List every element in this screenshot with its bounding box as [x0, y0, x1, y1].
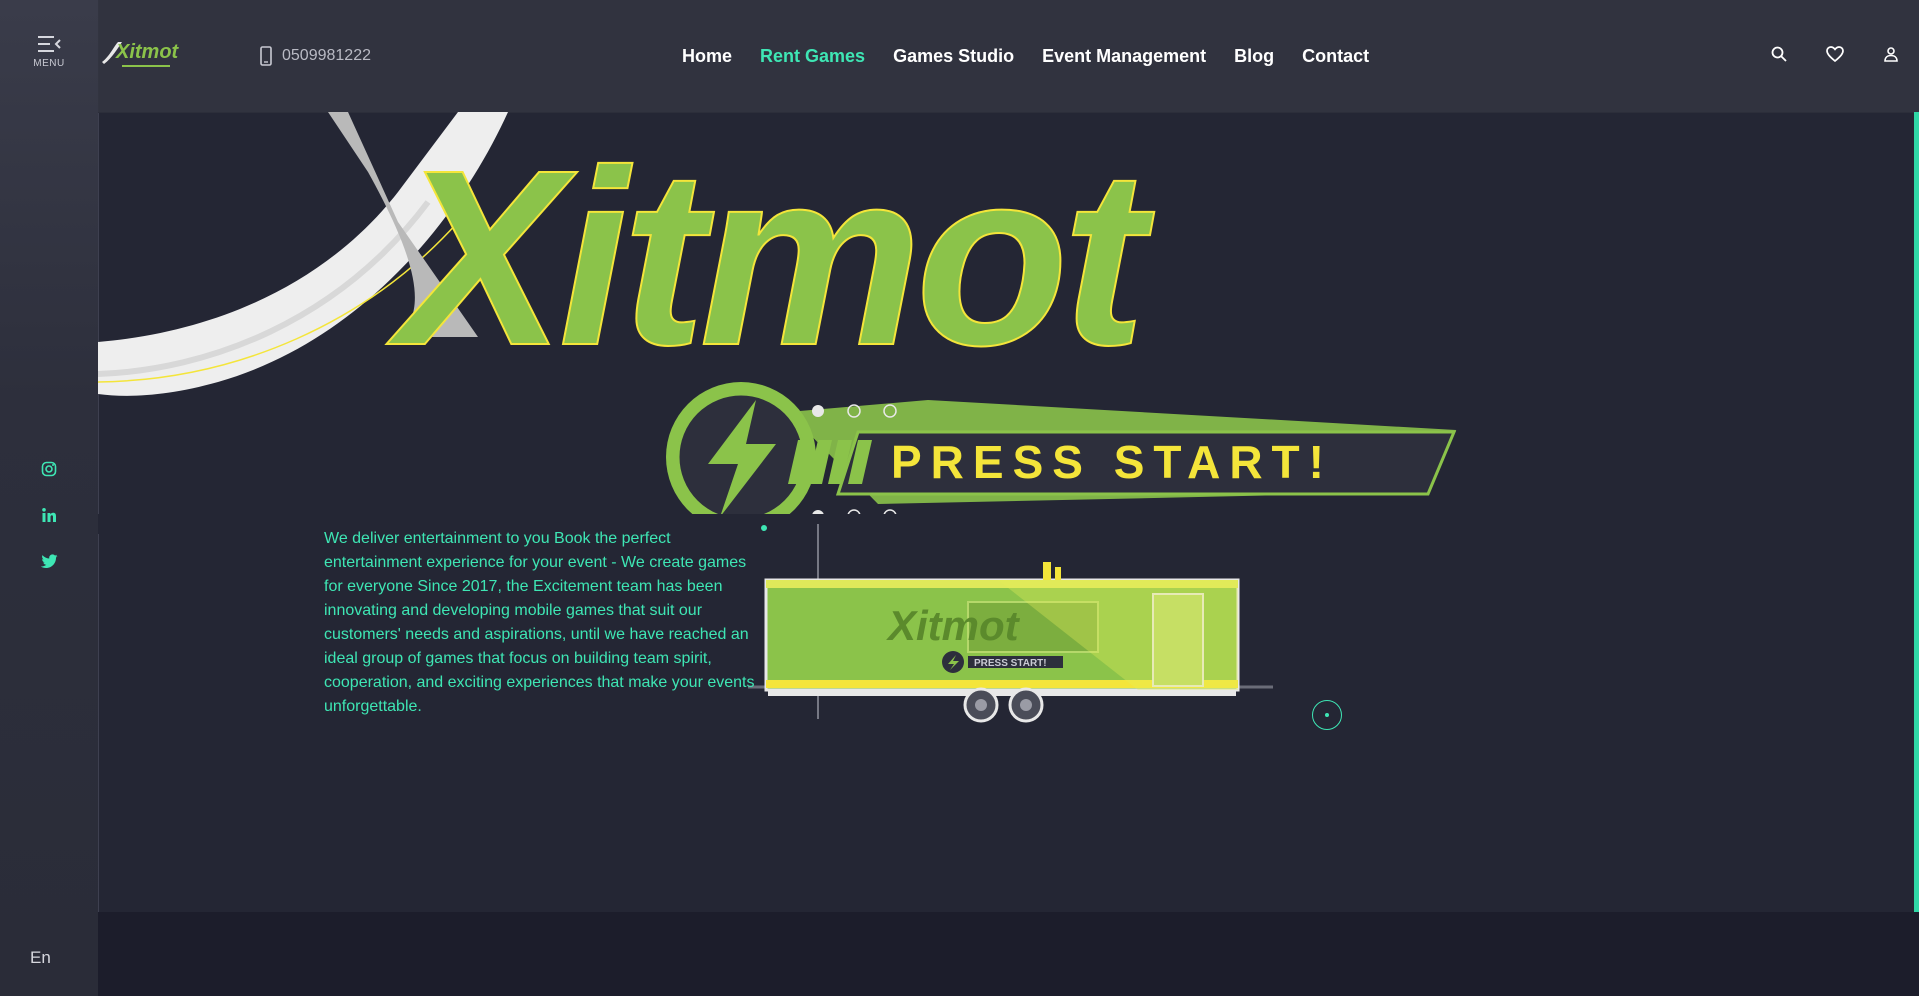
logo-text: Xitmot	[115, 41, 180, 63]
nav-games-studio[interactable]: Games Studio	[893, 46, 1014, 67]
hamburger-menu-icon	[38, 36, 61, 52]
nav-blog[interactable]: Blog	[1234, 46, 1274, 67]
trailer-brand-text: Xitmot	[886, 602, 1021, 649]
twitter-icon	[40, 553, 57, 568]
hero-section: Xitmot PRESS START! Xitmot PRESS START! …	[98, 112, 1919, 912]
language-switcher[interactable]: En	[30, 948, 51, 968]
heart-icon	[1826, 46, 1844, 62]
menu-label: MENU	[33, 58, 65, 69]
instagram-link[interactable]	[37, 457, 61, 481]
nav-rent-games[interactable]: Rent Games	[760, 46, 865, 67]
trailer-tagline-text: PRESS START!	[974, 658, 1047, 669]
phone-contact[interactable]: 0509981222	[260, 46, 371, 66]
nav-home[interactable]: Home	[682, 46, 732, 67]
nav-event-management[interactable]: Event Management	[1042, 46, 1206, 67]
hero-description: We deliver entertainment to you Book the…	[324, 530, 755, 715]
header-actions	[1751, 46, 1919, 62]
instagram-icon	[41, 461, 57, 477]
hero-brand-title: Xitmot	[386, 118, 1154, 397]
game-trailer-illustration: Xitmot PRESS START!	[748, 524, 1273, 723]
nav-contact[interactable]: Contact	[1302, 46, 1369, 67]
user-icon	[1884, 47, 1898, 62]
phone-number: 0509981222	[282, 47, 371, 64]
linkedin-icon	[42, 508, 56, 522]
linkedin-link[interactable]	[37, 503, 61, 527]
mobile-phone-icon	[260, 46, 272, 66]
custom-cursor	[1312, 700, 1342, 730]
twitter-link[interactable]	[37, 549, 61, 573]
scroll-progress-bar	[1914, 112, 1919, 912]
account-button[interactable]	[1863, 46, 1919, 62]
press-start-badge: PRESS START!	[666, 382, 1457, 532]
main-navigation: Home Rent Games Games Studio Event Manag…	[682, 46, 1369, 67]
press-start-text: PRESS START!	[891, 436, 1333, 488]
hero-artwork: Xitmot PRESS START! Xitmot PRESS START!	[98, 112, 1919, 723]
menu-button[interactable]: MENU	[27, 34, 71, 69]
search-icon	[1771, 46, 1787, 62]
header: Xitmot 0509981222 Home Rent Games Games …	[98, 0, 1919, 113]
wishlist-button[interactable]	[1807, 46, 1863, 62]
site-logo[interactable]: Xitmot	[100, 36, 184, 74]
next-section	[98, 912, 1919, 996]
logo-mark: Xitmot	[102, 41, 180, 67]
sidebar: MENU En	[0, 0, 99, 996]
search-button[interactable]	[1751, 46, 1807, 62]
